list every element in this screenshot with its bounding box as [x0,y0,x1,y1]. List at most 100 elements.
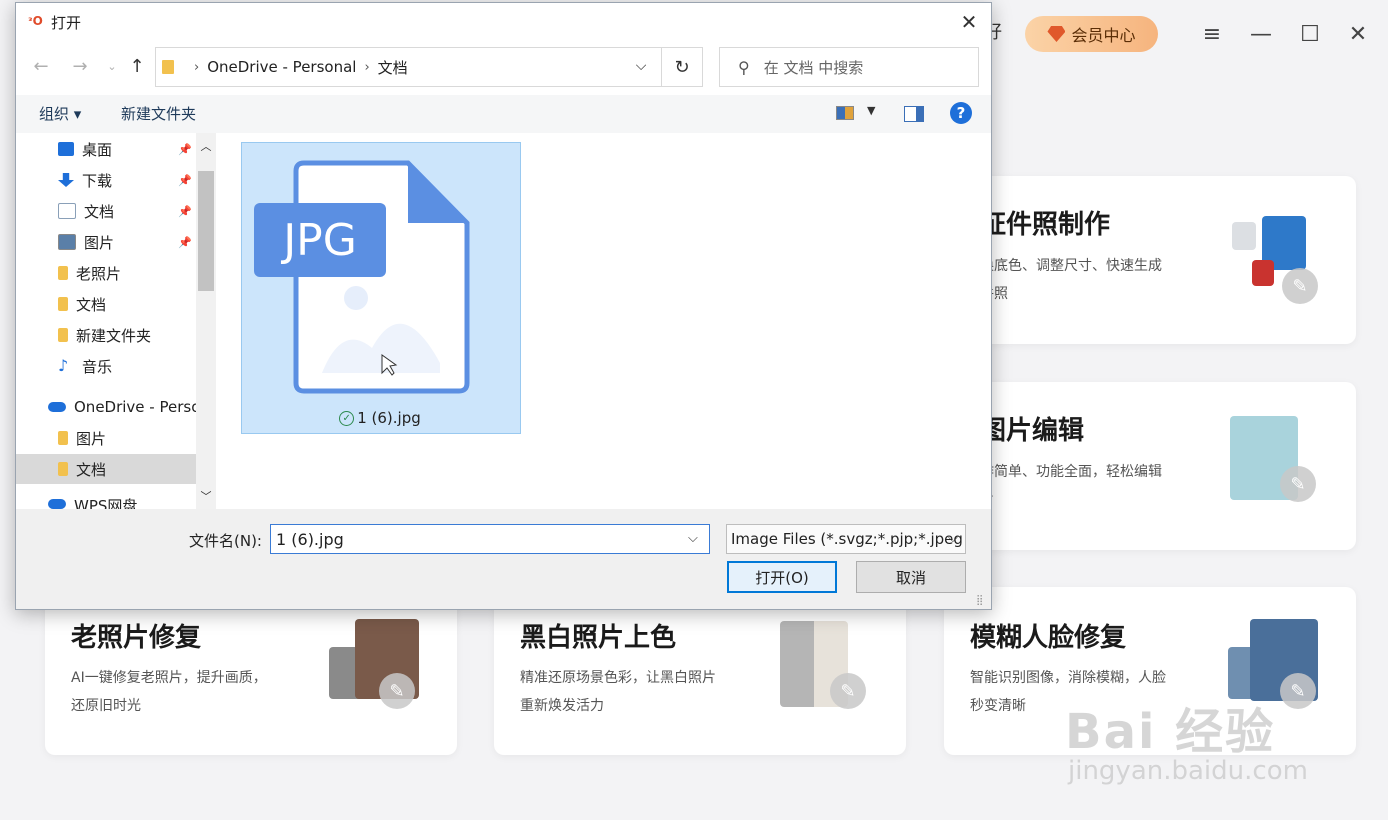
card-desc: 精准还原场景色彩，让黑白照片 [520,670,716,686]
address-bar[interactable]: › OneDrive - Personal › 文档 [155,47,662,87]
cancel-button[interactable]: 取消 [856,561,966,593]
sidebar-item-new-folder[interactable]: 新建文件夹 [16,320,216,350]
card-title: 黑白照片上色 [520,623,677,653]
filename-dropdown-icon[interactable]: ⌵ [688,531,698,546]
card-colorize[interactable]: 黑白照片上色 精准还原场景色彩，让黑白照片 重新焕发活力 ✎ [494,587,906,755]
search-icon: ⚲ [738,57,750,77]
filename-label: 文件名(N): [189,532,262,550]
card-id-photo[interactable]: 证件照制作 换底色、调整尺寸、快速生成 件照 ✎ [944,176,1356,344]
pin-icon: 📌 [178,235,192,249]
card-desc: AI一键修复老照片，提升画质， [71,670,267,686]
baidu-watermark-url: jingyan.baidu.com [1068,756,1308,786]
sidebar-item-label: 音乐 [82,357,113,376]
sidebar-item-music[interactable]: ♪ 音乐 [16,351,216,381]
pictures-icon [58,234,76,250]
document-icon [58,203,76,219]
chevron-right-icon: › [364,59,370,75]
app-logo-icon: ᵌO [28,14,43,28]
minimize-icon[interactable]: — [1247,20,1275,48]
folder-icon [58,328,68,342]
filetype-value: Image Files (*.svgz;*.pjp;*.jpeg [731,530,963,548]
card-title: 证件照制作 [980,210,1111,240]
search-placeholder: 在 文档 中搜索 [763,58,864,77]
desktop-icon [58,142,74,156]
dialog-title: 打开 [51,14,82,32]
id-photo-thumb-small [1232,222,1256,250]
sidebar-item-label: 新建文件夹 [76,326,152,345]
search-input[interactable]: ⚲ 在 文档 中搜索 [719,47,979,87]
sidebar-item-onedrive-documents[interactable]: 文档 [16,454,216,484]
refresh-icon[interactable]: ↻ [662,47,703,87]
sidebar-item-pictures[interactable]: 图片 📌 [16,227,216,257]
menu-icon[interactable]: ≡ [1198,20,1226,48]
open-button[interactable]: 打开(O) [727,561,837,593]
filename-input[interactable]: 1 (6).jpg [270,524,710,554]
breadcrumb-documents[interactable]: 文档 [378,57,408,78]
cloud-icon [48,499,66,509]
view-mode-icon[interactable] [836,106,854,120]
magic-wand-icon: ✎ [1280,673,1316,709]
dialog-titlebar [16,3,991,39]
pin-icon: 📌 [178,173,192,187]
sidebar-item-desktop[interactable]: 桌面 📌 [16,134,216,164]
filetype-dropdown-icon[interactable]: ⌵ [948,531,958,546]
sidebar-item-label: 图片 [84,233,115,252]
baidu-watermark: Bai 经验 [1065,704,1276,760]
file-name-text: 1 (6).jpg [357,409,421,427]
onedrive-icon [48,402,66,412]
card-old-photo-repair[interactable]: 老照片修复 AI一键修复老照片，提升画质， 还原旧时光 ✎ [45,587,457,755]
download-icon [58,173,74,187]
card-desc: 秒变清晰 [970,698,1026,714]
scrollbar-thumb[interactable] [198,171,214,291]
recent-dropdown-icon[interactable]: ⌄ [101,55,123,77]
card-title: 图片编辑 [980,416,1085,446]
file-name-label: ✓ 1 (6).jpg [241,409,519,427]
sidebar-item-downloads[interactable]: 下载 📌 [16,165,216,195]
filename-value: 1 (6).jpg [276,529,344,549]
gem-icon [1047,26,1066,42]
card-title: 老照片修复 [71,623,202,653]
file-item-selected[interactable]: JPG [241,142,521,434]
folder-icon [58,266,68,280]
card-desc: 重新焕发活力 [520,698,604,714]
close-app-icon[interactable]: ✕ [1344,20,1372,48]
address-dropdown-icon[interactable]: ⌵ [630,55,652,77]
sidebar-item-onedrive-pictures[interactable]: 图片 [16,423,216,453]
view-dropdown-icon[interactable]: ▼ [867,104,875,117]
filetype-select[interactable]: Image Files (*.svgz;*.pjp;*.jpeg [726,524,966,554]
sidebar-item-onedrive[interactable]: OneDrive - Perso [16,392,216,422]
sidebar-item-label: 文档 [84,202,115,221]
edit-icon: ✎ [1282,268,1318,304]
organize-button[interactable]: 组织 ▾ [39,103,81,124]
scroll-down-icon[interactable]: ﹀ [196,487,216,505]
new-folder-button[interactable]: 新建文件夹 [121,103,196,124]
maximize-icon[interactable]: ☐ [1296,20,1324,48]
id-photo-thumb-red [1252,260,1274,286]
folder-icon [162,60,174,74]
card-image-edit[interactable]: 图片编辑 作简单、功能全面，轻松编辑 片 ✎ [944,382,1356,550]
forward-icon[interactable]: → [69,55,91,77]
back-icon[interactable]: ← [30,55,52,77]
pin-icon: 📌 [178,204,192,218]
preview-pane-icon[interactable] [904,106,924,122]
breadcrumb-onedrive[interactable]: OneDrive - Personal [207,58,356,76]
scroll-up-icon[interactable]: ︿ [196,137,216,155]
help-icon[interactable]: ? [950,102,972,124]
vip-center-button[interactable]: 会员中心 [1025,16,1158,52]
resize-grip-icon[interactable]: ⣿ [976,595,983,606]
sync-ok-icon: ✓ [339,411,355,426]
card-desc: 作简单、功能全面，轻松编辑 [980,464,1162,480]
navigation-pane: 桌面 📌 下载 📌 文档 📌 图片 📌 老照片 文档 新建文件夹 ♪ 音乐 On… [16,133,216,509]
sidebar-item-documents[interactable]: 文档 📌 [16,196,216,226]
music-icon: ♪ [58,356,69,375]
card-desc: 换底色、调整尺寸、快速生成 [980,258,1162,274]
sidebar-item-label: 桌面 [82,140,113,159]
sidebar-item-wps-drive[interactable]: WPS网盘 [16,495,216,509]
magic-wand-icon: ✎ [379,673,415,709]
sidebar-item-label: 图片 [76,429,107,448]
up-icon[interactable]: ↑ [126,55,148,77]
sidebar-item-label: 老照片 [76,264,122,283]
sidebar-item-documents-folder[interactable]: 文档 [16,289,216,319]
sidebar-item-old-photos[interactable]: 老照片 [16,258,216,288]
dialog-close-icon[interactable]: ✕ [956,9,982,35]
